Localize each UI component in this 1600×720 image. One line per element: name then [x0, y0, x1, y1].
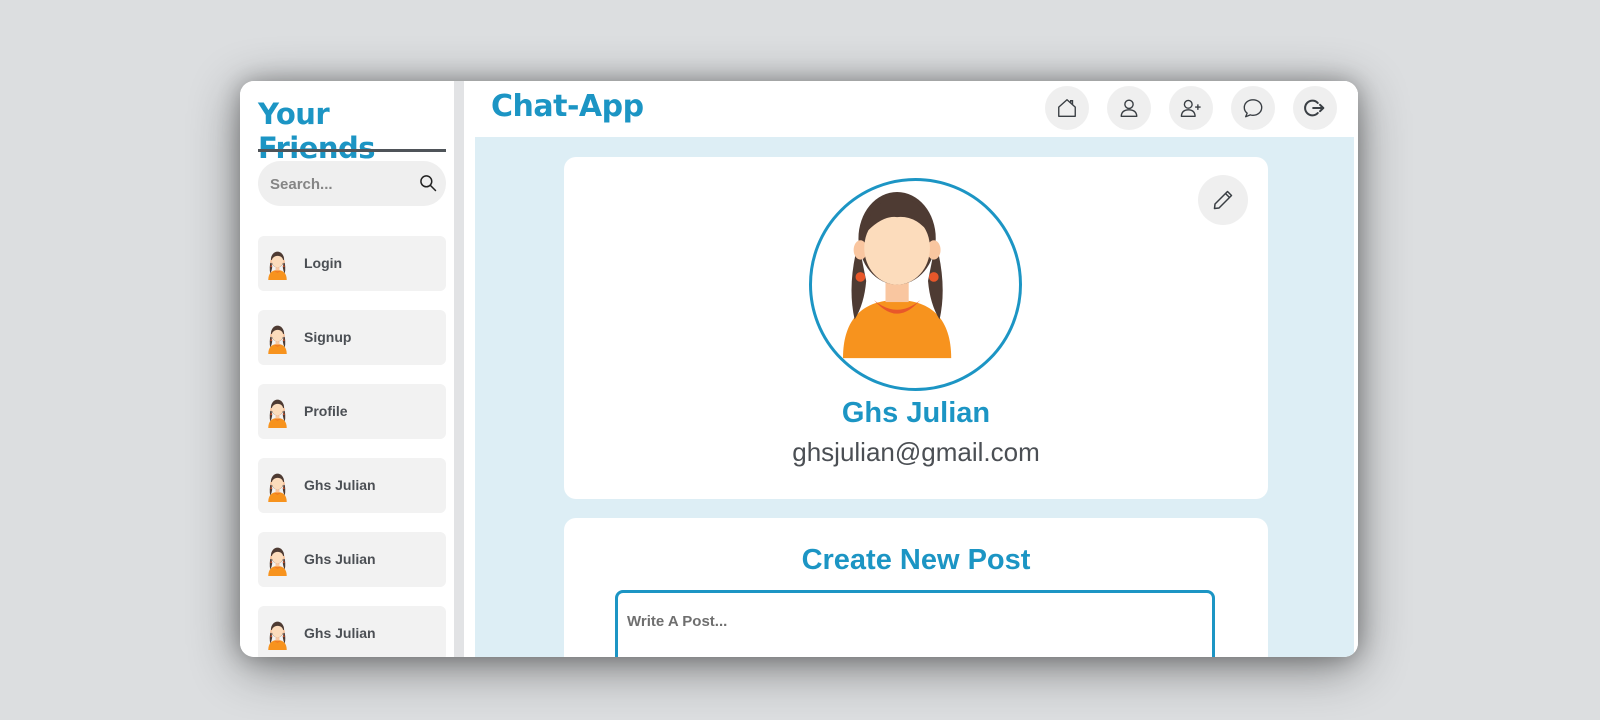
friend-item[interactable]: Ghs Julian	[258, 532, 446, 587]
friend-name: Profile	[304, 403, 348, 419]
avatar	[261, 393, 294, 430]
search-box	[258, 161, 446, 206]
friend-item[interactable]: Profile	[258, 384, 446, 439]
add-friend-button[interactable]	[1169, 86, 1213, 130]
profile-name: Ghs Julian	[841, 397, 991, 429]
avatar	[261, 467, 294, 504]
friend-list: Login Signup Profile Ghs Julian Ghs Juli…	[258, 236, 446, 657]
create-post-title: Create New Post	[801, 544, 1031, 576]
chat-icon	[1243, 99, 1263, 118]
profile-avatar	[809, 178, 1022, 391]
user-add-icon	[1180, 99, 1201, 117]
sidebar-divider	[258, 149, 446, 152]
post-textarea[interactable]	[615, 590, 1215, 657]
create-post-card: Create New Post	[564, 518, 1268, 657]
friend-item[interactable]: Signup	[258, 310, 446, 365]
avatar	[812, 181, 1019, 388]
app-window: Your Friends Login Signup Profile	[240, 81, 1358, 657]
friend-item[interactable]: Ghs Julian	[258, 606, 446, 657]
messages-button[interactable]	[1231, 86, 1275, 130]
home-icon	[1058, 99, 1076, 117]
friend-name: Ghs Julian	[304, 625, 376, 641]
friend-item[interactable]: Login	[258, 236, 446, 291]
friends-sidebar: Your Friends Login Signup Profile	[240, 81, 464, 657]
app-brand[interactable]: Chat-App	[491, 89, 644, 124]
logout-button[interactable]	[1293, 86, 1337, 130]
main-panel: Chat-App Ghs Julian ghsjulian@gmail.com …	[474, 81, 1358, 657]
profile-card: Ghs Julian ghsjulian@gmail.com	[564, 157, 1268, 499]
avatar	[261, 541, 294, 578]
friend-name: Ghs Julian	[304, 477, 376, 493]
user-icon	[1120, 99, 1138, 117]
friend-name: Login	[304, 255, 343, 271]
pencil-icon	[1213, 190, 1233, 210]
edit-profile-button[interactable]	[1198, 175, 1248, 225]
logout-icon	[1304, 99, 1325, 117]
profile-button[interactable]	[1107, 86, 1151, 130]
content-area: Ghs Julian ghsjulian@gmail.com Create Ne…	[475, 137, 1354, 657]
friend-name: Ghs Julian	[304, 551, 376, 567]
search-input[interactable]	[270, 172, 410, 196]
friend-name: Signup	[304, 329, 352, 345]
avatar	[261, 245, 294, 282]
top-bar: Chat-App	[474, 81, 1358, 137]
friend-item[interactable]: Ghs Julian	[258, 458, 446, 513]
search-icon[interactable]	[418, 173, 438, 193]
avatar	[261, 319, 294, 356]
avatar	[261, 615, 294, 652]
home-button[interactable]	[1045, 86, 1089, 130]
profile-email: ghsjulian@gmail.com	[792, 437, 1040, 467]
sidebar-title: Your Friends	[258, 97, 376, 165]
